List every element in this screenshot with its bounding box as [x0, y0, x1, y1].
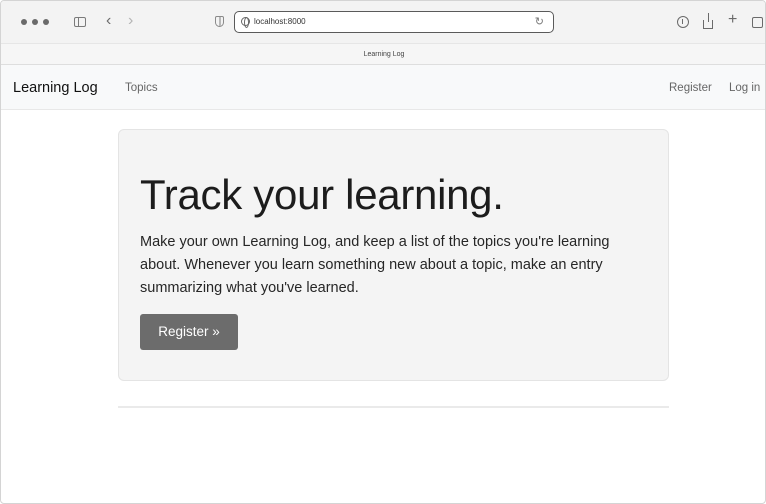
globe-icon	[241, 17, 250, 28]
nav-link-topics[interactable]: Topics	[125, 81, 158, 95]
nav-link-login[interactable]: Log in	[729, 81, 760, 95]
new-tab-icon[interactable]: +	[728, 11, 737, 29]
browser-window: ‹ › localhost:8000 ↻ + Learning Log Lear…	[0, 0, 766, 504]
navbar-brand[interactable]: Learning Log	[13, 79, 98, 97]
hero-description: Make your own Learning Log, and keep a l…	[140, 234, 610, 296]
address-bar[interactable]: localhost:8000 ↻	[234, 11, 554, 33]
download-icon[interactable]	[677, 16, 689, 28]
nav-link-register[interactable]: Register	[669, 81, 712, 95]
reload-icon[interactable]: ↻	[535, 14, 544, 30]
hero-title: Track your learning.	[140, 171, 504, 218]
tab-strip: Learning Log	[1, 43, 765, 65]
browser-toolbar: ‹ › localhost:8000 ↻ +	[1, 1, 765, 43]
zoom-window-icon[interactable]	[43, 19, 49, 25]
share-icon[interactable]	[703, 13, 713, 29]
forward-icon[interactable]: ›	[128, 12, 133, 30]
tab-overview-icon[interactable]	[752, 17, 763, 28]
register-button[interactable]: Register »	[140, 314, 238, 350]
horizontal-divider	[118, 406, 669, 408]
url-text[interactable]: localhost:8000	[254, 16, 306, 28]
sidebar-toggle-icon[interactable]	[74, 17, 86, 27]
privacy-shield-icon[interactable]	[215, 16, 224, 27]
minimize-window-icon[interactable]	[32, 19, 38, 25]
site-navbar: Learning Log Topics Register Log in	[1, 65, 765, 110]
hero-panel: Track your learning. Make your own Learn…	[118, 129, 669, 381]
close-window-icon[interactable]	[21, 19, 27, 25]
tab-title[interactable]: Learning Log	[1, 50, 765, 60]
back-icon[interactable]: ‹	[106, 12, 111, 30]
window-controls[interactable]	[21, 19, 49, 25]
